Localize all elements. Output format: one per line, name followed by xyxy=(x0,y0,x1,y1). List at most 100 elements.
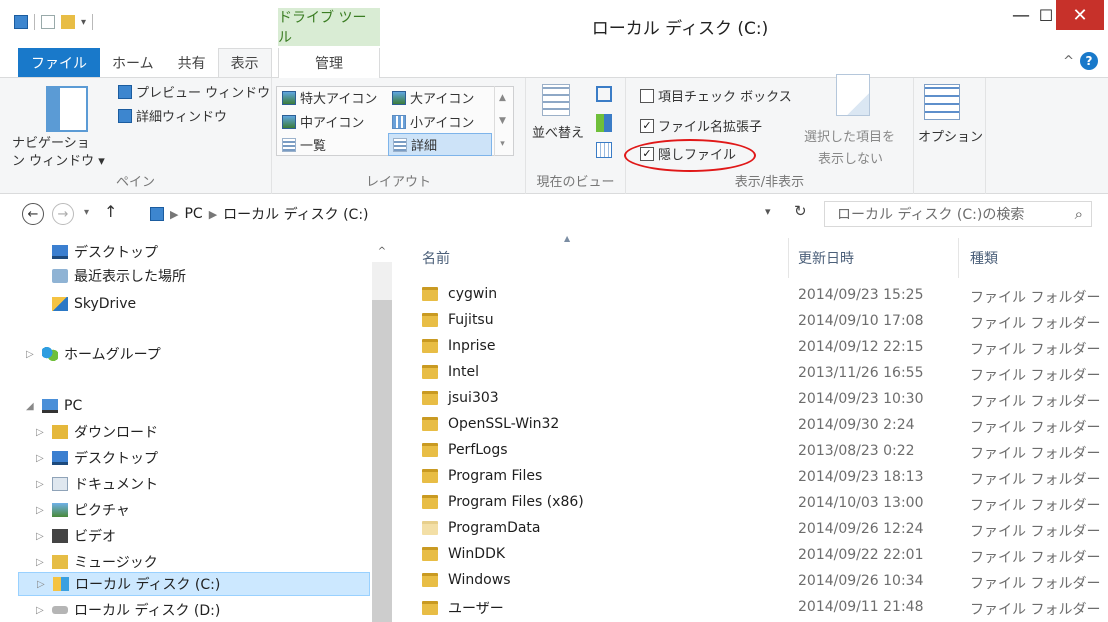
recent-places-icon xyxy=(52,269,68,283)
file-row[interactable]: Program Files 2014/09/23 18:13 ファイル フォルダ… xyxy=(392,464,1108,490)
file-row[interactable]: cygwin 2014/09/23 15:25 ファイル フォルダー xyxy=(392,282,1108,308)
tab-manage[interactable]: 管理 xyxy=(278,48,380,78)
list-option[interactable]: 一覧 xyxy=(282,135,326,154)
file-type: ファイル フォルダー xyxy=(970,524,1101,540)
properties-icon[interactable] xyxy=(41,15,55,29)
forward-button[interactable]: → xyxy=(52,203,74,225)
column-separator[interactable] xyxy=(958,238,959,278)
file-row[interactable]: OpenSSL-Win32 2014/09/30 2:24 ファイル フォルダー xyxy=(392,412,1108,438)
search-box[interactable]: ローカル ディスク (C:)の検索 ⌕ xyxy=(824,201,1092,227)
file-row[interactable]: Fujitsu 2014/09/10 17:08 ファイル フォルダー xyxy=(392,308,1108,334)
expand-arrow-icon[interactable]: ▷ xyxy=(36,605,46,616)
column-header-type[interactable]: 種類 xyxy=(970,246,998,270)
large-icons-option[interactable]: 大アイコン xyxy=(392,88,474,107)
scroll-up-icon[interactable]: ^ xyxy=(372,246,392,262)
close-button[interactable]: ✕ xyxy=(1056,0,1104,30)
minimize-button[interactable]: — xyxy=(1006,0,1036,30)
help-icon[interactable]: ? xyxy=(1080,52,1098,70)
search-icon[interactable]: ⌕ xyxy=(1075,205,1083,223)
column-separator[interactable] xyxy=(788,238,789,278)
nav-item-skydrive[interactable]: SkyDrive xyxy=(52,292,136,316)
file-row[interactable]: Windows 2014/09/26 10:34 ファイル フォルダー xyxy=(392,568,1108,594)
medium-icons-option[interactable]: 中アイコン xyxy=(282,112,364,131)
add-columns-icon[interactable] xyxy=(596,114,612,132)
tab-home[interactable]: ホーム xyxy=(100,48,166,77)
refresh-button[interactable]: ↻ xyxy=(794,202,807,220)
preview-pane-button[interactable]: プレビュー ウィンドウ xyxy=(118,82,270,101)
expand-arrow-icon[interactable]: ▷ xyxy=(37,579,47,590)
collapse-ribbon-icon[interactable]: ^ xyxy=(1063,54,1074,69)
tab-file[interactable]: ファイル xyxy=(18,48,100,77)
column-header-modified[interactable]: 更新日時 xyxy=(798,246,854,270)
explorer-app-icon[interactable] xyxy=(14,15,28,29)
small-icons-option[interactable]: 小アイコン xyxy=(392,112,474,131)
expand-arrow-icon[interactable]: ▷ xyxy=(36,453,46,464)
up-button[interactable]: ↑ xyxy=(104,202,117,221)
options-label: オプション xyxy=(918,130,984,145)
file-type: ファイル フォルダー xyxy=(970,576,1101,592)
gallery-down-icon[interactable]: ▼ xyxy=(499,116,506,126)
file-modified: 2014/09/23 18:13 xyxy=(798,469,924,485)
expand-arrow-icon[interactable]: ▷ xyxy=(36,505,46,516)
nav-item-desktop-pc[interactable]: ▷ デスクトップ xyxy=(36,446,158,470)
folder-icon xyxy=(422,287,438,301)
back-button[interactable]: ← xyxy=(22,203,44,225)
nav-item-pictures[interactable]: ▷ ピクチャ xyxy=(36,498,130,522)
file-row[interactable]: WinDDK 2014/09/22 22:01 ファイル フォルダー xyxy=(392,542,1108,568)
nav-item-downloads[interactable]: ▷ ダウンロード xyxy=(36,420,158,444)
file-row[interactable]: Program Files (x86) 2014/10/03 13:00 ファイ… xyxy=(392,490,1108,516)
expand-arrow-icon[interactable]: ▷ xyxy=(36,531,46,542)
gallery-up-icon[interactable]: ▲ xyxy=(499,93,506,103)
nav-item-recent-places[interactable]: 最近表示した場所 xyxy=(52,264,186,288)
breadcrumb-local-disk-c[interactable]: ローカル ディスク (C:) xyxy=(223,204,368,224)
nav-item-local-disk-d[interactable]: ▷ ローカル ディスク (D:) xyxy=(36,598,220,622)
folder-icon xyxy=(422,365,438,379)
file-row[interactable]: ユーザー 2014/09/11 21:48 ファイル フォルダー xyxy=(392,594,1108,620)
breadcrumb-pc[interactable]: PC xyxy=(184,206,202,222)
file-row[interactable]: Intel 2013/11/26 16:55 ファイル フォルダー xyxy=(392,360,1108,386)
file-row[interactable]: jsui303 2014/09/23 10:30 ファイル フォルダー xyxy=(392,386,1108,412)
file-row[interactable]: PerfLogs 2013/08/23 0:22 ファイル フォルダー xyxy=(392,438,1108,464)
file-name: ProgramData xyxy=(448,520,541,536)
collapse-arrow-icon[interactable]: ◢ xyxy=(26,401,36,412)
qat-dropdown-icon[interactable]: ▾ xyxy=(81,17,86,28)
expand-arrow-icon[interactable]: ▷ xyxy=(36,557,46,568)
file-modified: 2014/09/23 10:30 xyxy=(798,391,924,407)
address-history-dropdown-icon[interactable]: ▾ xyxy=(765,205,771,218)
maximize-button[interactable]: ☐ xyxy=(1036,0,1056,30)
nav-item-music[interactable]: ▷ ミュージック xyxy=(36,550,158,574)
layout-gallery-scroll[interactable]: ▲ ▼ ▾ xyxy=(494,86,510,156)
skydrive-icon xyxy=(52,297,68,311)
nav-item-documents[interactable]: ▷ ドキュメント xyxy=(36,472,158,496)
breadcrumb-separator-icon[interactable]: ▶ xyxy=(209,208,217,221)
nav-item-desktop[interactable]: デスクトップ xyxy=(52,240,158,264)
nav-item-pc[interactable]: ◢ PC xyxy=(26,394,82,418)
nav-item-local-disk-c[interactable]: ▷ ローカル ディスク (C:) xyxy=(18,572,370,596)
file-name-extensions-checkbox[interactable]: ✓ xyxy=(640,118,654,133)
recent-locations-icon[interactable]: ▾ xyxy=(84,207,89,218)
file-row[interactable]: Inprise 2014/09/12 22:15 ファイル フォルダー xyxy=(392,334,1108,360)
item-checkboxes-toggle[interactable]: 項目チェック ボックス xyxy=(640,86,792,105)
gallery-more-icon[interactable]: ▾ xyxy=(500,139,505,149)
extra-large-icons-option[interactable]: 特大アイコン xyxy=(282,88,377,107)
file-row[interactable]: ProgramData 2014/09/26 12:24 ファイル フォルダー xyxy=(392,516,1108,542)
details-option[interactable]: 詳細 xyxy=(388,133,492,156)
search-placeholder: ローカル ディスク (C:)の検索 xyxy=(837,207,1025,223)
nav-pane-scroll-thumb[interactable] xyxy=(372,300,392,622)
item-checkboxes-checkbox[interactable] xyxy=(640,88,654,103)
tab-share[interactable]: 共有 xyxy=(166,48,218,77)
file-name-extensions-toggle[interactable]: ✓ ファイル名拡張子 xyxy=(640,116,762,135)
group-by-icon[interactable] xyxy=(596,86,612,102)
expand-arrow-icon[interactable]: ▷ xyxy=(36,427,46,438)
expand-arrow-icon[interactable]: ▷ xyxy=(26,349,36,360)
details-pane-button[interactable]: 詳細ウィンドウ xyxy=(118,106,227,125)
size-columns-icon[interactable] xyxy=(596,142,612,158)
column-header-name[interactable]: 名前 xyxy=(422,246,450,270)
tab-view[interactable]: 表示 xyxy=(217,48,272,77)
nav-item-videos[interactable]: ▷ ビデオ xyxy=(36,524,116,548)
address-field[interactable]: ▶ PC ▶ ローカル ディスク (C:) xyxy=(150,202,818,226)
new-folder-icon[interactable] xyxy=(61,15,75,29)
breadcrumb-separator-icon[interactable]: ▶ xyxy=(170,208,178,221)
nav-item-homegroup[interactable]: ▷ ホームグループ xyxy=(26,342,161,366)
expand-arrow-icon[interactable]: ▷ xyxy=(36,479,46,490)
